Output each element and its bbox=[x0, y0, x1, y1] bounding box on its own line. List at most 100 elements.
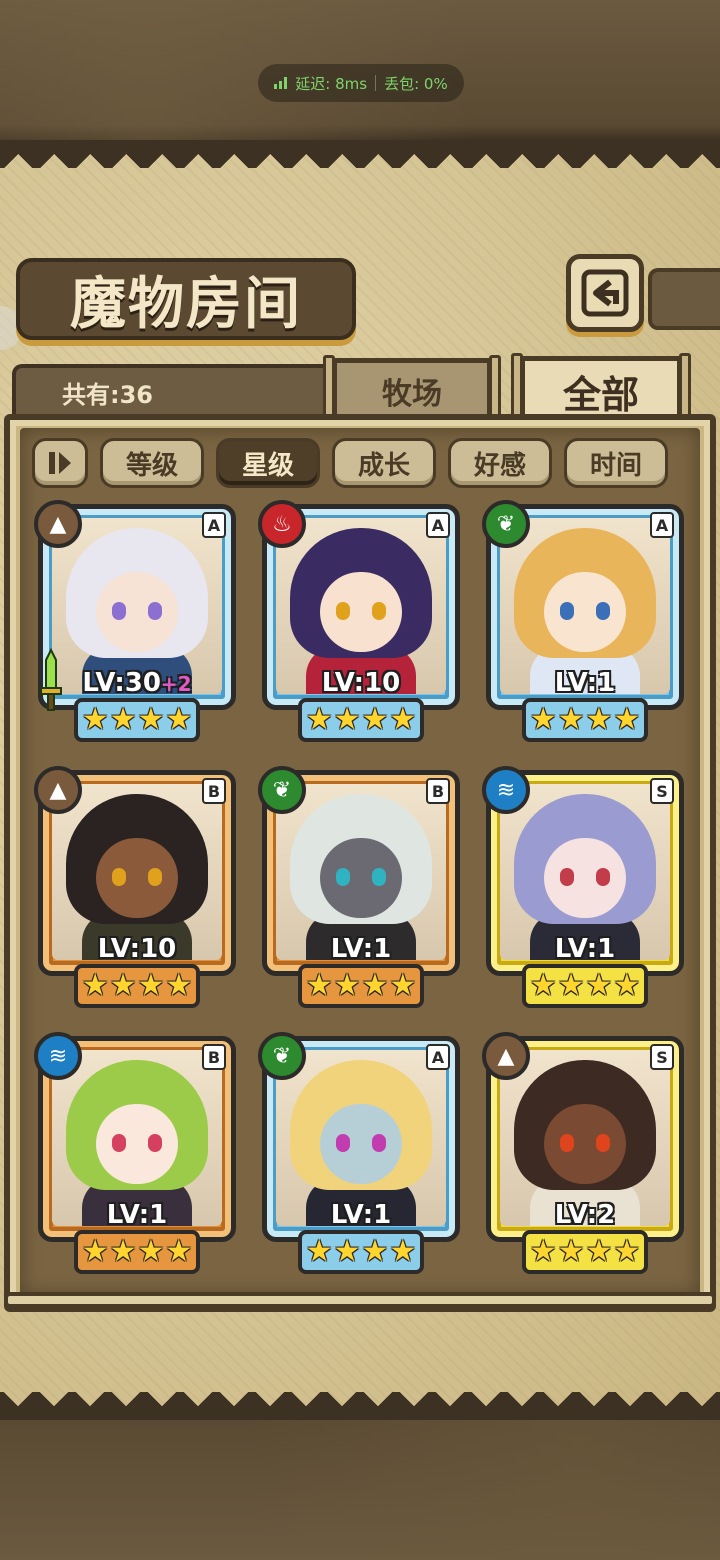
star-icon: ★ bbox=[109, 702, 137, 737]
portrait-eye bbox=[112, 1134, 126, 1152]
sort-order-button[interactable] bbox=[32, 438, 88, 488]
sort-toggle-icon bbox=[49, 452, 71, 474]
portrait-eye bbox=[372, 602, 386, 620]
portrait-eye bbox=[112, 868, 126, 886]
panel-bottom-edge bbox=[0, 1392, 720, 1420]
portrait-eye bbox=[560, 868, 574, 886]
level-text: LV:30 bbox=[82, 668, 161, 698]
star-icon: ★ bbox=[165, 702, 193, 737]
monster-card[interactable]: S ▲ LV:2 ★ ★ ★ ★ bbox=[482, 1032, 688, 1278]
star-icon: ★ bbox=[361, 968, 389, 1003]
portrait-eye bbox=[336, 868, 350, 886]
portrait-face bbox=[544, 838, 626, 918]
tab-all[interactable]: 全部 bbox=[511, 353, 691, 425]
star-rating: ★ ★ ★ ★ bbox=[74, 964, 200, 1008]
monster-level: LV:1 bbox=[258, 934, 464, 964]
star-icon: ★ bbox=[613, 1234, 641, 1269]
portrait-eye bbox=[596, 602, 610, 620]
monster-level: LV:1 bbox=[258, 1200, 464, 1230]
star-icon: ★ bbox=[361, 1234, 389, 1269]
tab-all-label: 全部 bbox=[562, 372, 639, 417]
portrait-eye bbox=[336, 1134, 350, 1152]
star-icon: ★ bbox=[81, 702, 109, 737]
monster-level: LV:10 bbox=[258, 668, 464, 698]
star-icon: ★ bbox=[529, 1234, 557, 1269]
star-icon: ★ bbox=[165, 968, 193, 1003]
star-icon: ★ bbox=[389, 968, 417, 1003]
filter-growth-button[interactable]: 成长 bbox=[332, 438, 436, 488]
latency-text: 延迟: 8ms bbox=[295, 74, 368, 93]
portrait-eye bbox=[148, 602, 162, 620]
monster-card[interactable]: A ▲ LV:30+2 ★ ★ ★ ★ bbox=[34, 500, 240, 746]
star-icon: ★ bbox=[81, 1234, 109, 1269]
star-icon: ★ bbox=[529, 702, 557, 737]
portrait-eye bbox=[560, 602, 574, 620]
portrait-eye bbox=[596, 868, 610, 886]
portrait-face bbox=[544, 1104, 626, 1184]
monster-card[interactable]: B ❦ LV:1 ★ ★ ★ ★ bbox=[258, 766, 464, 1012]
return-icon bbox=[581, 269, 629, 317]
filter-time-button[interactable]: 时间 bbox=[564, 438, 668, 488]
portrait-eye bbox=[336, 602, 350, 620]
filter-level-button[interactable]: 等级 bbox=[100, 438, 204, 488]
water-element-icon: ≋ bbox=[34, 1032, 82, 1080]
portrait-face bbox=[96, 838, 178, 918]
earth-element-icon: ▲ bbox=[482, 1032, 530, 1080]
grade-badge: A bbox=[202, 512, 226, 538]
portrait-face bbox=[544, 572, 626, 652]
portrait-face bbox=[320, 1104, 402, 1184]
divider bbox=[375, 75, 377, 91]
star-icon: ★ bbox=[109, 1234, 137, 1269]
leaf-element-icon: ❦ bbox=[258, 1032, 306, 1080]
star-icon: ★ bbox=[333, 1234, 361, 1269]
portrait-eye bbox=[148, 868, 162, 886]
star-icon: ★ bbox=[389, 702, 417, 737]
star-rating: ★ ★ ★ ★ bbox=[522, 698, 648, 742]
star-rating: ★ ★ ★ ★ bbox=[298, 698, 424, 742]
packet-loss-text: 丢包: 0% bbox=[384, 74, 448, 93]
tab-ranch[interactable]: 牧场 bbox=[323, 355, 501, 427]
filter-affection-button[interactable]: 好感 bbox=[448, 438, 552, 488]
monster-level: LV:1 bbox=[482, 934, 688, 964]
back-button[interactable] bbox=[566, 254, 644, 332]
star-icon: ★ bbox=[585, 702, 613, 737]
earth-element-icon: ▲ bbox=[34, 500, 82, 548]
tab-ranch-label: 牧场 bbox=[382, 376, 442, 412]
level-text: LV:10 bbox=[321, 668, 401, 698]
level-text: LV:1 bbox=[554, 934, 616, 964]
monster-count: 共有:36 bbox=[12, 364, 342, 416]
portrait-eye bbox=[560, 1134, 574, 1152]
portrait-eye bbox=[372, 1134, 386, 1152]
monster-card[interactable]: B ≋ LV:1 ★ ★ ★ ★ bbox=[34, 1032, 240, 1278]
monster-card[interactable]: S ≋ LV:1 ★ ★ ★ ★ bbox=[482, 766, 688, 1012]
grade-badge: B bbox=[202, 1044, 226, 1070]
leaf-element-icon: ❦ bbox=[258, 766, 306, 814]
star-icon: ★ bbox=[557, 1234, 585, 1269]
page-title-text: 魔物房间 bbox=[70, 270, 302, 337]
monster-grid: A ▲ LV:30+2 ★ ★ ★ ★ A ♨ LV:10 ★ ★ ★ ★ A ❦ LV:1 ★ ★ ★ ★ B ▲ LV:1… bbox=[34, 500, 690, 1280]
portrait-eye bbox=[372, 868, 386, 886]
star-rating: ★ ★ ★ ★ bbox=[298, 964, 424, 1008]
star-icon: ★ bbox=[305, 1234, 333, 1269]
monster-card[interactable]: A ♨ LV:10 ★ ★ ★ ★ bbox=[258, 500, 464, 746]
filter-star-button[interactable]: 星级 bbox=[216, 438, 320, 488]
monster-card[interactable]: A ❦ LV:1 ★ ★ ★ ★ bbox=[482, 500, 688, 746]
monster-level: LV:30+2 bbox=[34, 668, 240, 698]
monster-level: LV:1 bbox=[482, 668, 688, 698]
earth-element-icon: ▲ bbox=[34, 766, 82, 814]
grade-badge: S bbox=[650, 778, 674, 804]
monster-card[interactable]: B ▲ LV:10 ★ ★ ★ ★ bbox=[34, 766, 240, 1012]
star-rating: ★ ★ ★ ★ bbox=[298, 1230, 424, 1274]
star-icon: ★ bbox=[333, 702, 361, 737]
monster-level: LV:1 bbox=[34, 1200, 240, 1230]
network-status: 延迟: 8ms 丢包: 0% bbox=[258, 64, 464, 102]
water-element-icon: ≋ bbox=[482, 766, 530, 814]
star-rating: ★ ★ ★ ★ bbox=[522, 1230, 648, 1274]
frame-bottom-rail bbox=[4, 1292, 716, 1308]
level-text: LV:10 bbox=[97, 934, 177, 964]
level-text: LV:1 bbox=[106, 1200, 168, 1230]
portrait-eye bbox=[148, 1134, 162, 1152]
star-icon: ★ bbox=[305, 702, 333, 737]
star-icon: ★ bbox=[557, 968, 585, 1003]
monster-card[interactable]: A ❦ LV:1 ★ ★ ★ ★ bbox=[258, 1032, 464, 1278]
